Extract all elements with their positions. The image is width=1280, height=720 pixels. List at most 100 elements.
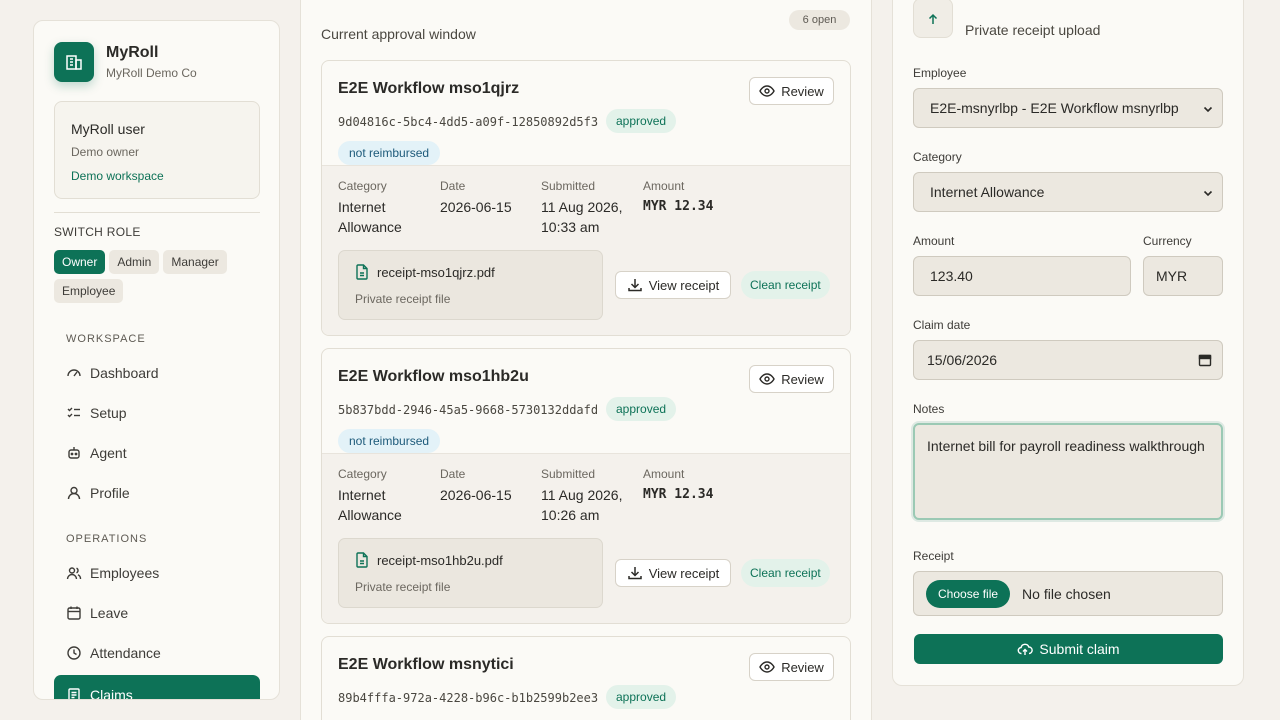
operations-section-label: OPERATIONS	[66, 533, 148, 545]
claim-title: E2E Workflow mso1hb2u	[338, 368, 529, 385]
category-field: Category Internet Allowance	[338, 179, 402, 237]
nav-dashboard[interactable]: Dashboard	[66, 363, 159, 383]
download-icon	[627, 279, 642, 292]
date-field: Date 2026-06-15	[440, 467, 512, 505]
nav-profile[interactable]: Profile	[66, 483, 130, 503]
upload-icon	[913, 0, 953, 38]
receipt-file-note: Private receipt file	[355, 292, 451, 306]
notes-textarea[interactable]: Internet bill for payroll readiness walk…	[913, 423, 1223, 520]
claim-id: 5b837bdd-2946-45a5-9668-5730132ddafd	[338, 403, 599, 417]
claim-id: 89b4fffa-972a-4228-b96c-b1b2599b2ee3	[338, 691, 599, 705]
upload-label: Private receipt upload	[965, 22, 1101, 38]
currency-input[interactable]: MYR	[1143, 256, 1223, 296]
sidebar: MyRoll MyRoll Demo Co MyRoll user Demo o…	[33, 20, 280, 700]
submit-claim-label: Submit claim	[1039, 641, 1120, 657]
nav-claims-label: Claims	[90, 687, 133, 700]
nav-employees[interactable]: Employees	[66, 563, 159, 583]
amount-value: 123.40	[930, 268, 973, 284]
divider	[54, 212, 260, 213]
claim-details: Category Internet Allowance Date 2026-06…	[322, 453, 850, 623]
workspace-link[interactable]: Demo workspace	[71, 169, 243, 183]
notes-label: Notes	[913, 402, 945, 416]
receipt-file-note: Private receipt file	[355, 580, 451, 594]
submitted-value-2: 10:33 am	[541, 219, 600, 235]
role-owner[interactable]: Owner	[54, 250, 106, 274]
user-icon	[67, 486, 81, 500]
submitted-value: 11 Aug 2026,	[541, 487, 623, 503]
receipt-check-badge: Clean receipt	[741, 559, 830, 587]
calendar-icon[interactable]	[1198, 353, 1212, 367]
eye-icon	[759, 85, 775, 97]
receipt-label: Receipt	[913, 549, 954, 563]
role-manager[interactable]: Manager	[163, 250, 227, 274]
date-field: Date 2026-06-15	[440, 179, 512, 217]
category-select[interactable]: Internet Allowance	[913, 172, 1223, 212]
category-value: Internet Allowance	[930, 184, 1045, 200]
submitted-label: Submitted	[541, 467, 596, 481]
nav-dashboard-label: Dashboard	[90, 365, 159, 381]
nav-attendance-label: Attendance	[90, 645, 161, 661]
submitted-value: 11 Aug 2026,	[541, 199, 623, 215]
review-button[interactable]: Review	[749, 365, 834, 393]
eye-icon	[759, 373, 775, 385]
amount-field: Amount MYR 12.34	[643, 467, 713, 505]
submitted-field: Submitted 11 Aug 2026, 10:26 am	[541, 467, 622, 525]
nav-setup[interactable]: Setup	[66, 403, 127, 423]
date-value: 2026-06-15	[440, 487, 512, 503]
view-receipt-button[interactable]: View receipt	[615, 559, 731, 587]
date-label: Date	[440, 179, 466, 193]
nav-agent[interactable]: Agent	[66, 443, 127, 463]
category-value: Internet	[338, 487, 386, 503]
chevron-down-icon	[1203, 190, 1213, 197]
nav-attendance[interactable]: Attendance	[66, 643, 161, 663]
company-name: MyRoll Demo Co	[106, 66, 197, 80]
claim-date-input[interactable]: 15/06/2026	[913, 340, 1223, 380]
choose-file-button[interactable]: Choose file	[926, 579, 1011, 608]
review-button[interactable]: Review	[749, 77, 834, 105]
amount-input[interactable]: 123.40	[913, 256, 1131, 296]
claim-card: E2E Workflow msnytici Review 89b4fffa-97…	[321, 636, 851, 720]
receipt-icon	[68, 688, 80, 699]
file-icon	[356, 552, 368, 568]
no-file-text: No file chosen	[1022, 585, 1111, 602]
receipt-file-input[interactable]: Choose file No file chosen	[913, 571, 1223, 616]
employee-label: Employee	[913, 66, 967, 80]
claim-form: Private receipt upload Employee E2E-msny…	[892, 0, 1244, 686]
nav-profile-label: Profile	[90, 485, 130, 501]
nav-employees-label: Employees	[90, 565, 160, 581]
amount-label: Amount	[643, 467, 685, 481]
view-receipt-button[interactable]: View receipt	[615, 271, 731, 299]
receipt-check-badge: Clean receipt	[741, 271, 830, 299]
status-badge: approved	[606, 685, 677, 709]
review-button[interactable]: Review	[749, 653, 834, 681]
role-admin[interactable]: Admin	[109, 250, 160, 274]
submit-claim-button[interactable]: Submit claim	[914, 634, 1223, 664]
brand[interactable]: MyRoll MyRoll Demo Co	[54, 42, 197, 82]
workspace-section-label: WORKSPACE	[66, 333, 146, 345]
submitted-value-2: 10:26 am	[541, 507, 600, 523]
download-icon	[627, 567, 642, 580]
gauge-icon	[67, 369, 81, 377]
category-value-2: Allowance	[338, 219, 402, 235]
building-icon	[54, 42, 94, 82]
review-label: Review	[781, 83, 824, 99]
brand-name: MyRoll	[106, 44, 159, 61]
view-receipt-label: View receipt	[648, 277, 720, 293]
nav-claims[interactable]: Claims	[54, 675, 260, 700]
category-label: Category	[913, 150, 962, 164]
reimbursement-badge: not reimbursed	[338, 141, 441, 165]
employee-value: E2E-msnyrlbp - E2E Workflow msnyrlbp	[930, 100, 1179, 116]
claim-date-label: Claim date	[913, 318, 971, 332]
employee-select[interactable]: E2E-msnyrlbp - E2E Workflow msnyrlbp	[913, 88, 1223, 128]
nav-leave[interactable]: Leave	[66, 603, 128, 623]
claim-details: Category Internet Allowance Date 2026-06…	[322, 165, 850, 335]
eye-icon	[759, 661, 775, 673]
nav-agent-label: Agent	[90, 445, 127, 461]
view-receipt-label: View receipt	[648, 565, 720, 581]
chevron-down-icon	[1203, 106, 1213, 113]
bot-icon	[68, 447, 80, 459]
user-role: Demo owner	[71, 145, 140, 159]
review-label: Review	[781, 371, 824, 387]
claim-id: 9d04816c-5bc4-4dd5-a09f-12850892d5f3	[338, 115, 599, 129]
role-employee[interactable]: Employee	[54, 279, 124, 303]
